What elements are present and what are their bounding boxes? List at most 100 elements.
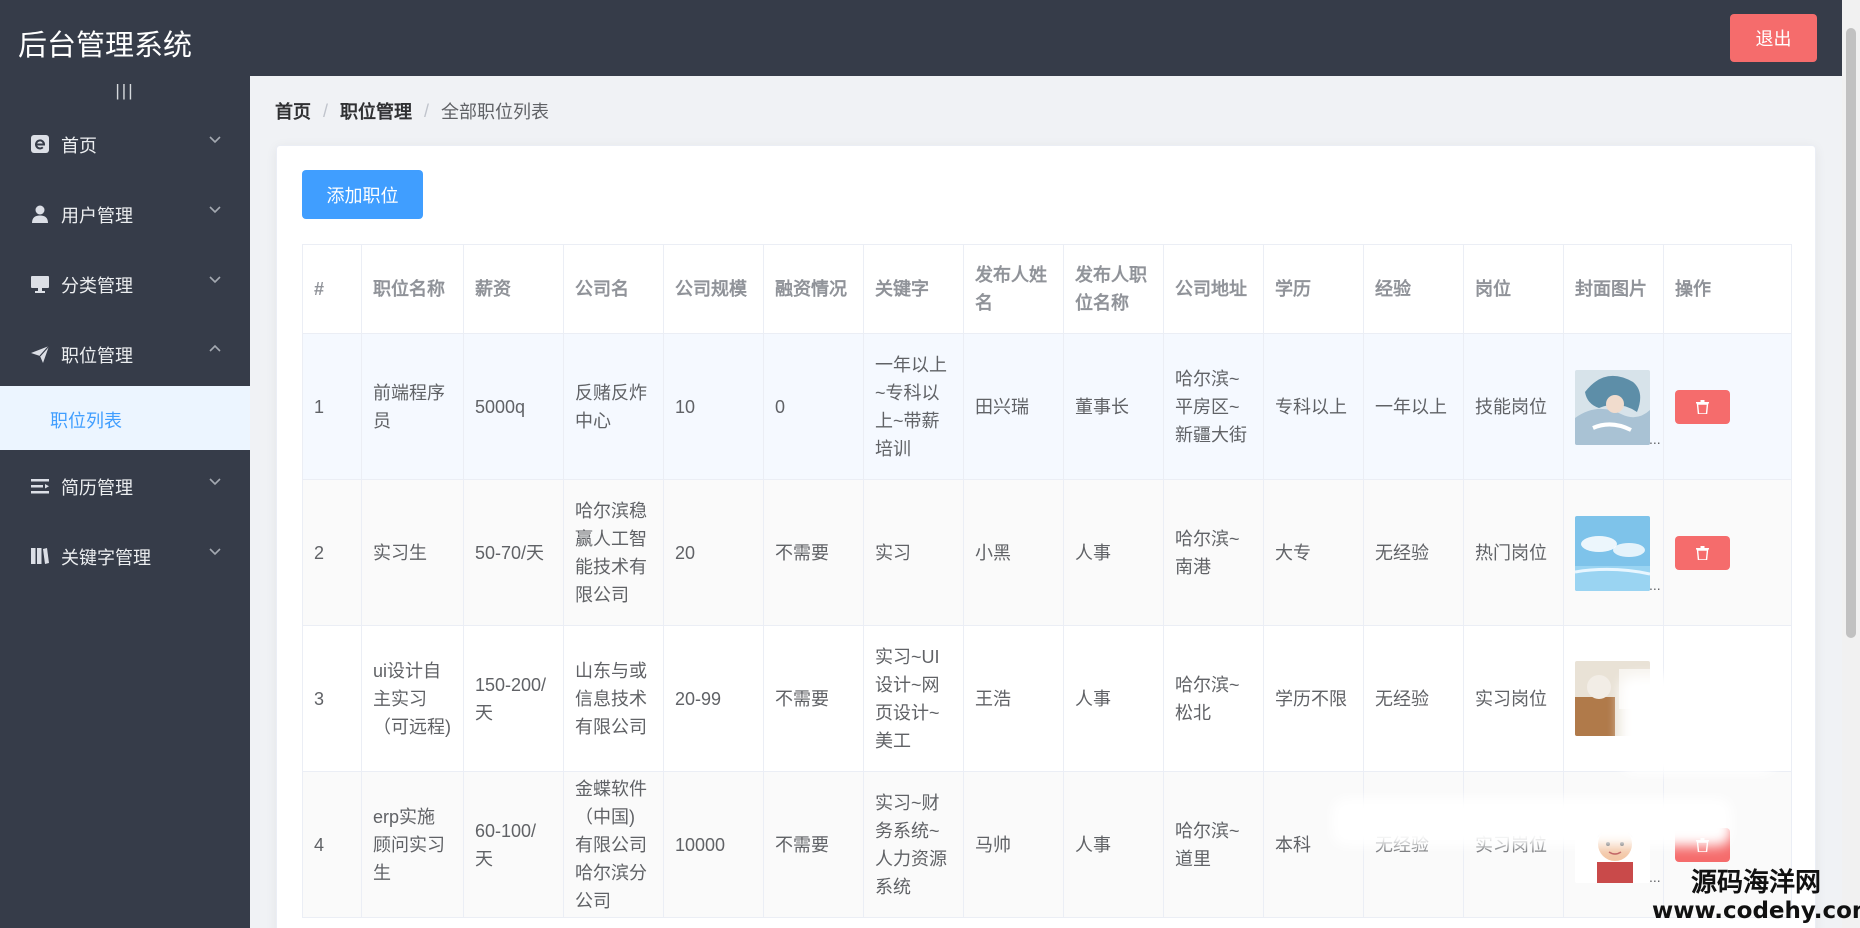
cell-address: 哈尔滨~平房区~新疆大街 <box>1163 333 1264 480</box>
chevron-up-icon <box>209 344 221 352</box>
column-header: 公司地址 <box>1163 244 1264 334</box>
cell-publisher-title: 人事 <box>1063 625 1164 772</box>
table-header-row: # 职位名称 薪资 公司名 公司规模 融资情况 关键字 发布人姓名 发布人职位名… <box>302 244 1792 334</box>
watermark: 源码海洋网 www.codehy.com <box>1652 868 1860 928</box>
sidebar-item-label: 简历管理 <box>61 478 133 498</box>
cell-funding: 0 <box>763 333 864 480</box>
page-scrollbar[interactable] <box>1842 0 1860 928</box>
cell-title: 前端程序员 <box>361 333 464 480</box>
cell-size: 10 <box>663 333 764 480</box>
add-job-button[interactable]: 添加职位 <box>302 170 423 219</box>
chevron-down-icon <box>209 548 221 556</box>
trash-icon <box>1696 399 1709 414</box>
cell-company: 山东与或信息技术有限公司 <box>563 625 664 772</box>
sidebar-item-label: 分类管理 <box>61 276 133 296</box>
breadcrumb-home[interactable]: 首页 <box>275 98 311 124</box>
column-header: # <box>302 244 362 334</box>
cell-funding: 不需要 <box>763 771 864 918</box>
cell-publisher-title: 人事 <box>1063 771 1164 918</box>
sidebar-item-categories[interactable]: 分类管理 <box>0 248 250 318</box>
column-header: 薪资 <box>463 244 564 334</box>
breadcrumb: 首页 / 职位管理 / 全部职位列表 <box>275 98 549 124</box>
cell-address: 哈尔滨~南港 <box>1163 479 1264 626</box>
cell-salary: 50-70/天 <box>463 479 564 626</box>
cell-education: 大专 <box>1263 479 1364 626</box>
logout-button[interactable]: 退出 <box>1730 14 1817 62</box>
cell-index: 1 <box>302 333 362 480</box>
sidebar-item-keywords[interactable]: 关键字管理 <box>0 520 250 590</box>
cell-salary: 150-200/天 <box>463 625 564 772</box>
cell-experience: 无经验 <box>1363 479 1464 626</box>
column-header: 操作 <box>1663 244 1792 334</box>
column-header: 融资情况 <box>763 244 864 334</box>
column-header: 关键字 <box>863 244 964 334</box>
cell-experience: 一年以上 <box>1363 333 1464 480</box>
home-icon <box>30 134 50 154</box>
cell-ellipsis: ... <box>1649 431 1661 447</box>
column-header: 公司名 <box>563 244 664 334</box>
cell-title: 实习生 <box>361 479 464 626</box>
cell-publisher: 王浩 <box>963 625 1064 772</box>
cell-title: erp实施顾问实习生 <box>361 771 464 918</box>
app-title: 后台管理系统 <box>18 30 193 62</box>
cell-index: 2 <box>302 479 362 626</box>
cell-keywords: 实习 <box>863 479 964 626</box>
cell-publisher: 田兴瑞 <box>963 333 1064 480</box>
sidebar-item-jobs[interactable]: 职位管理 <box>0 318 250 388</box>
column-header: 职位名称 <box>361 244 464 334</box>
cell-education: 专科以上 <box>1263 333 1364 480</box>
cell-education: 学历不限 <box>1263 625 1364 772</box>
delete-button[interactable] <box>1675 535 1730 570</box>
scrollbar-thumb[interactable] <box>1846 28 1856 638</box>
book-icon <box>30 546 50 566</box>
sidebar-item-label: 关键字管理 <box>61 548 151 568</box>
column-header: 岗位 <box>1463 244 1564 334</box>
cell-address: 哈尔滨~松北 <box>1163 625 1264 772</box>
cell-address: 哈尔滨~道里 <box>1163 771 1264 918</box>
table-row[interactable]: 1 前端程序员 5000q 反赌反炸中心 10 0 一年以上~专科以上~带薪培训… <box>302 333 1792 480</box>
redaction-blur <box>1620 676 1776 774</box>
sidebar-item-label: 首页 <box>61 136 97 156</box>
sidebar-item-home[interactable]: 首页 <box>0 108 250 178</box>
cell-salary: 5000q <box>463 333 564 480</box>
cell-publisher-title: 人事 <box>1063 479 1164 626</box>
anime-cover-thumbnail[interactable] <box>1575 370 1650 445</box>
table-row[interactable]: 2 实习生 50-70/天 哈尔滨稳赢人工智能技术有限公司 20 不需要 实习 … <box>302 479 1792 626</box>
column-header: 发布人姓名 <box>963 244 1064 334</box>
column-header: 学历 <box>1263 244 1364 334</box>
cell-keywords: 实习~财务系统~人力资源系统 <box>863 771 964 918</box>
column-header: 经验 <box>1363 244 1464 334</box>
cell-index: 4 <box>302 771 362 918</box>
breadcrumb-job-management[interactable]: 职位管理 <box>340 98 412 124</box>
cell-funding: 不需要 <box>763 625 864 772</box>
chevron-down-icon <box>209 478 221 486</box>
breadcrumb-separator: / <box>424 100 430 121</box>
cell-publisher: 小黑 <box>963 479 1064 626</box>
user-icon <box>30 204 50 224</box>
cell-size: 10000 <box>663 771 764 918</box>
sidebar-collapse-toggle[interactable]: ||| <box>0 76 250 106</box>
sidebar-subitem-job-list[interactable]: 职位列表 <box>0 386 250 450</box>
sky-cover-thumbnail[interactable] <box>1575 516 1650 591</box>
cell-size: 20 <box>663 479 764 626</box>
cell-salary: 60-100/天 <box>463 771 564 918</box>
sidebar-item-resumes[interactable]: 简历管理 <box>0 450 250 520</box>
cell-publisher: 马帅 <box>963 771 1064 918</box>
column-header: 封面图片 <box>1563 244 1664 334</box>
cell-company: 哈尔滨稳赢人工智能技术有限公司 <box>563 479 664 626</box>
column-header: 公司规模 <box>663 244 764 334</box>
watermark-url: www.codehy.com <box>1652 898 1860 924</box>
cell-keywords: 实习~UI设计~网页设计~美工 <box>863 625 964 772</box>
cell-funding: 不需要 <box>763 479 864 626</box>
cell-publisher-title: 董事长 <box>1063 333 1164 480</box>
cell-post: 技能岗位 <box>1463 333 1564 480</box>
delete-button[interactable] <box>1675 389 1730 424</box>
sidebar: ||| 首页 用户管理 分类管理 职位管理 职位列表 简历管理 关键字管理 <box>0 76 250 928</box>
table-row[interactable]: 3 ui设计自主实习（可远程) 150-200/天 山东与或信息技术有限公司 2… <box>302 625 1792 772</box>
cell-keywords: 一年以上~专科以上~带薪培训 <box>863 333 964 480</box>
sidebar-item-label: 职位管理 <box>61 346 133 366</box>
sidebar-item-users[interactable]: 用户管理 <box>0 178 250 248</box>
list-icon <box>30 476 50 496</box>
cell-company: 金蝶软件（中国)有限公司哈尔滨分公司 <box>563 771 664 918</box>
cell-size: 20-99 <box>663 625 764 772</box>
